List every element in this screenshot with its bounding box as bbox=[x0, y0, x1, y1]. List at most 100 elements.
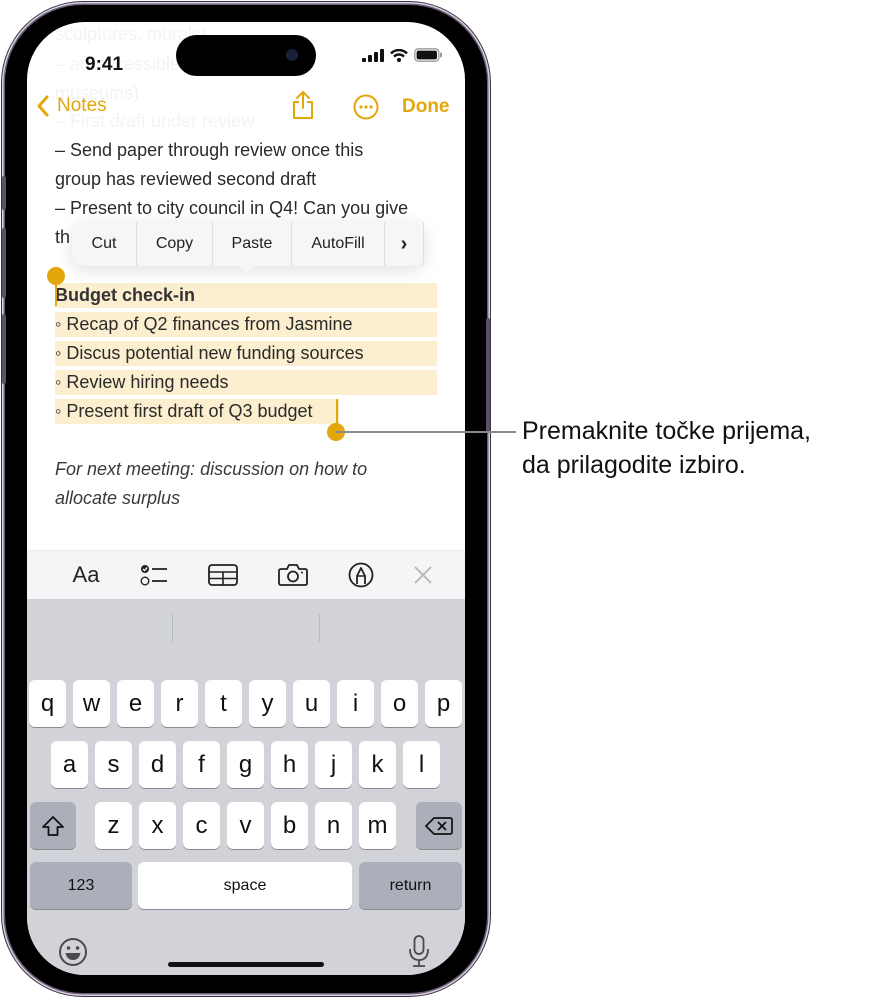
key-i[interactable]: i bbox=[337, 680, 374, 727]
delete-backspace-icon bbox=[425, 816, 453, 835]
key-u[interactable]: u bbox=[293, 680, 330, 727]
done-button[interactable]: Done bbox=[402, 96, 450, 118]
key-w[interactable]: w bbox=[73, 680, 110, 727]
bullet-icon: ◦ bbox=[55, 314, 62, 334]
callout-line-1: Premaknite točke prijema, bbox=[522, 417, 812, 445]
note-line: – Send paper through review once this bbox=[55, 140, 364, 160]
selection-end-caret bbox=[336, 399, 338, 425]
suggestion-divider bbox=[172, 614, 173, 642]
delete-key[interactable] bbox=[416, 802, 462, 849]
dynamic-island bbox=[176, 35, 316, 76]
back-label: Notes bbox=[57, 95, 107, 116]
key-h[interactable]: h bbox=[271, 741, 308, 788]
volume-up-button bbox=[2, 228, 6, 298]
selected-heading: Budget check-in bbox=[55, 283, 437, 308]
microphone-icon[interactable] bbox=[408, 934, 430, 968]
home-indicator[interactable] bbox=[168, 962, 324, 967]
key-g[interactable]: g bbox=[227, 741, 264, 788]
key-s[interactable]: s bbox=[95, 741, 132, 788]
selected-bullet: ◦ Review hiring needs bbox=[55, 370, 437, 395]
screen: sculptures, murals) – art accessible to … bbox=[27, 22, 465, 975]
back-button[interactable]: Notes bbox=[35, 94, 107, 118]
edit-menu: Cut Copy Paste AutoFill › bbox=[72, 222, 424, 273]
key-n[interactable]: n bbox=[315, 802, 352, 849]
text-format-icon: Aa bbox=[72, 562, 100, 587]
key-o[interactable]: o bbox=[381, 680, 418, 727]
key-m[interactable]: m bbox=[359, 802, 396, 849]
shift-icon bbox=[42, 815, 64, 836]
camera-lens-icon bbox=[286, 49, 298, 61]
markup-pen-icon bbox=[348, 562, 374, 588]
note-line: For next meeting: discussion on how to bbox=[55, 459, 368, 479]
menu-pointer bbox=[238, 265, 256, 273]
battery-icon bbox=[414, 48, 442, 62]
status-icons bbox=[362, 48, 443, 62]
shift-key[interactable] bbox=[30, 802, 76, 849]
status-time: 9:41 bbox=[85, 54, 124, 75]
note-line: – Present to city council in Q4! Can you… bbox=[55, 198, 409, 218]
close-icon bbox=[414, 566, 432, 584]
callout-line-2: da prilagodite izbiro. bbox=[522, 451, 746, 479]
key-c[interactable]: c bbox=[183, 802, 220, 849]
key-e[interactable]: e bbox=[117, 680, 154, 727]
key-a[interactable]: a bbox=[51, 741, 88, 788]
autofill-menu-item[interactable]: AutoFill bbox=[292, 222, 385, 266]
note-line: allocate surplus bbox=[55, 488, 181, 508]
copy-menu-item[interactable]: Copy bbox=[137, 222, 213, 266]
chevron-left-icon bbox=[37, 95, 49, 117]
numbers-key[interactable]: 123 bbox=[30, 862, 132, 909]
cellular-signal-icon bbox=[362, 48, 384, 62]
more-options-icon[interactable] bbox=[353, 94, 379, 120]
key-t[interactable]: t bbox=[205, 680, 242, 727]
close-toolbar-button[interactable] bbox=[411, 561, 435, 589]
bullet-icon: ◦ bbox=[55, 343, 62, 363]
selected-bullet: ◦ Present first draft of Q3 budget bbox=[55, 399, 339, 424]
volume-down-button bbox=[2, 314, 6, 384]
suggestion-divider bbox=[319, 614, 320, 642]
power-button bbox=[486, 318, 490, 433]
table-icon bbox=[208, 564, 238, 586]
key-q[interactable]: q bbox=[29, 680, 66, 727]
markup-button[interactable] bbox=[348, 561, 374, 589]
key-k[interactable]: k bbox=[359, 741, 396, 788]
note-line: group has reviewed second draft bbox=[55, 169, 317, 189]
selected-bullet: ◦ Recap of Q2 finances from Jasmine bbox=[55, 312, 437, 337]
share-icon[interactable] bbox=[291, 90, 315, 120]
selected-text[interactable]: Budget check-in ◦ Recap of Q2 finances f… bbox=[55, 283, 445, 428]
return-key[interactable]: return bbox=[359, 862, 462, 909]
navigation-bar: Notes Done bbox=[27, 91, 465, 134]
checklist-icon bbox=[140, 565, 167, 586]
emoji-icon[interactable] bbox=[58, 937, 88, 967]
key-b[interactable]: b bbox=[271, 802, 308, 849]
callout-line bbox=[336, 431, 516, 433]
key-z[interactable]: z bbox=[95, 802, 132, 849]
key-d[interactable]: d bbox=[139, 741, 176, 788]
key-f[interactable]: f bbox=[183, 741, 220, 788]
paste-menu-item[interactable]: Paste bbox=[213, 222, 292, 266]
key-y[interactable]: y bbox=[249, 680, 286, 727]
wifi-icon bbox=[390, 48, 408, 62]
camera-button[interactable] bbox=[278, 561, 308, 589]
cut-menu-item[interactable]: Cut bbox=[72, 222, 137, 266]
key-l[interactable]: l bbox=[403, 741, 440, 788]
camera-icon bbox=[278, 564, 308, 586]
checklist-button[interactable] bbox=[139, 561, 169, 589]
key-p[interactable]: p bbox=[425, 680, 462, 727]
key-x[interactable]: x bbox=[139, 802, 176, 849]
key-v[interactable]: v bbox=[227, 802, 264, 849]
note-italic-text[interactable]: For next meeting: discussion on how to a… bbox=[55, 455, 445, 513]
keyboard: qwertyuiop asdfghjkl zxcvbnm 123 space r… bbox=[27, 599, 465, 975]
text-format-button[interactable]: Aa bbox=[69, 561, 103, 589]
action-button bbox=[2, 176, 6, 210]
table-button[interactable] bbox=[208, 561, 238, 589]
space-key[interactable]: space bbox=[138, 862, 352, 909]
bullet-icon: ◦ bbox=[55, 372, 62, 392]
callout-text: Premaknite točke prijema, da prilagodite… bbox=[522, 414, 811, 482]
more-menu-arrow[interactable]: › bbox=[385, 222, 424, 266]
format-toolbar: Aa bbox=[27, 550, 465, 599]
key-j[interactable]: j bbox=[315, 741, 352, 788]
key-r[interactable]: r bbox=[161, 680, 198, 727]
selection-start-caret bbox=[55, 280, 57, 306]
bullet-icon: ◦ bbox=[55, 401, 62, 421]
selected-bullet: ◦ Discus potential new funding sources bbox=[55, 341, 437, 366]
